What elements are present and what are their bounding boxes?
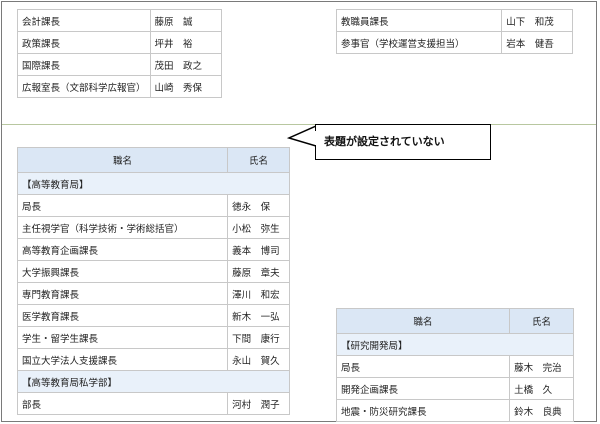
person-name: 岩本 健吾	[501, 31, 573, 54]
person-name: 鈴木 良典	[509, 399, 574, 422]
person-name: 坪井 裕	[149, 31, 223, 54]
person-name: 河村 潤子	[227, 392, 290, 415]
position-title: 政策課長	[17, 31, 151, 54]
table-row: 会計課長 藤原 誠	[17, 9, 223, 32]
header-title: 職名	[335, 308, 511, 334]
table-row: 大学振興課長 藤原 章夫	[16, 260, 290, 283]
higher-education-bureau-table: 職名 氏名 【高等教育局】 局長 徳永 保主任視学官（科学技術・学術総括官） 小松 弥…	[16, 147, 290, 415]
table-row: 学生・留学生課長 下間 康行	[16, 326, 290, 349]
table-row: 広報室長（文部科学広報官） 山崎 秀保	[17, 75, 223, 98]
table-row: 主任視学官（科学技術・学術総括官） 小松 弥生	[16, 216, 290, 239]
table-row: 高等教育企画課長 義本 博司	[16, 238, 290, 261]
table-row: 国立大学法人支援課長 永山 賀久	[16, 348, 290, 371]
top-right-staff-table: 教職員課長 山下 和茂 参事官（学校運営支援担当） 岩本 健吾	[335, 9, 573, 54]
section-row: 【高等教育局】	[17, 172, 290, 195]
table-row: 参事官（学校運営支援担当） 岩本 健吾	[335, 31, 573, 54]
table-row: 国際課長 茂田 政之	[17, 53, 223, 76]
person-name: 義本 博司	[227, 238, 290, 261]
position-title: 主任視学官（科学技術・学術総括官）	[16, 216, 229, 239]
position-title: 教職員課長	[335, 9, 503, 32]
table-row: 局長 徳永 保	[16, 194, 290, 217]
person-name: 山下 和茂	[501, 9, 573, 32]
callout-note: 表題が設定されていない	[315, 124, 491, 160]
position-title: 国際課長	[17, 53, 151, 76]
table-row: 教職員課長 山下 和茂	[335, 9, 573, 32]
table-row: 局長 藤木 完治	[335, 355, 574, 378]
person-name: 山崎 秀保	[149, 75, 223, 98]
table-row: 医学教育課長 新木 一弘	[16, 304, 290, 327]
section-row: 【高等教育局私学部】	[17, 370, 290, 393]
table-row: 部長 河村 潤子	[16, 392, 290, 415]
header-name: 氏名	[227, 147, 290, 173]
person-name: 藤原 章夫	[227, 260, 290, 283]
table-row: 開発企画課長 土橋 久	[335, 377, 574, 400]
person-name: 藤原 誠	[149, 9, 223, 32]
position-title: 参事官（学校運営支援担当）	[335, 31, 503, 54]
position-title: 局長	[335, 355, 511, 378]
position-title: 医学教育課長	[16, 304, 229, 327]
position-title: 専門教育課長	[16, 282, 229, 305]
position-title: 学生・留学生課長	[16, 326, 229, 349]
position-title: 国立大学法人支援課長	[16, 348, 229, 371]
person-name: 土橋 久	[509, 377, 574, 400]
position-title: 局長	[16, 194, 229, 217]
research-development-bureau-table: 職名 氏名 【研究開発局】 局長 藤木 完治 開発企画課長 土橋 久地震・防災研究課長鈴…	[335, 308, 574, 422]
position-title: 会計課長	[17, 9, 151, 32]
position-title: 大学振興課長	[16, 260, 229, 283]
table-row: 専門教育課長 澤川 和宏	[16, 282, 290, 305]
callout-text: 表題が設定されていない	[324, 135, 445, 148]
table-row: 地震・防災研究課長 鈴木 良典	[335, 399, 574, 422]
table-row: 政策課長 坪井 裕	[17, 31, 223, 54]
person-name: 藤木 完治	[509, 355, 574, 378]
position-title: 開発企画課長	[335, 377, 511, 400]
header-name: 氏名	[509, 308, 574, 334]
section-row: 【研究開発局】	[336, 333, 574, 356]
person-name: 小松 弥生	[227, 216, 290, 239]
section-label: 【高等教育局私学部】	[17, 370, 290, 393]
person-name: 澤川 和宏	[227, 282, 290, 305]
person-name: 新木 一弘	[227, 304, 290, 327]
position-title: 地震・防災研究課長	[335, 399, 511, 422]
position-title: 高等教育企画課長	[16, 238, 229, 261]
position-title: 部長	[16, 392, 229, 415]
person-name: 永山 賀久	[227, 348, 290, 371]
header-title: 職名	[16, 147, 229, 173]
position-title: 広報室長（文部科学広報官）	[17, 75, 151, 98]
callout-joint	[315, 131, 317, 145]
person-name: 下間 康行	[227, 326, 290, 349]
section-label: 【研究開発局】	[336, 333, 574, 356]
person-name: 茂田 政之	[149, 53, 223, 76]
section-label: 【高等教育局】	[17, 172, 290, 195]
person-name: 徳永 保	[227, 194, 290, 217]
top-left-staff-table: 会計課長 藤原 誠政策課長 坪井 裕国際課長 茂田 政之 広報室長（文部科学広報官） 山崎…	[17, 9, 223, 98]
